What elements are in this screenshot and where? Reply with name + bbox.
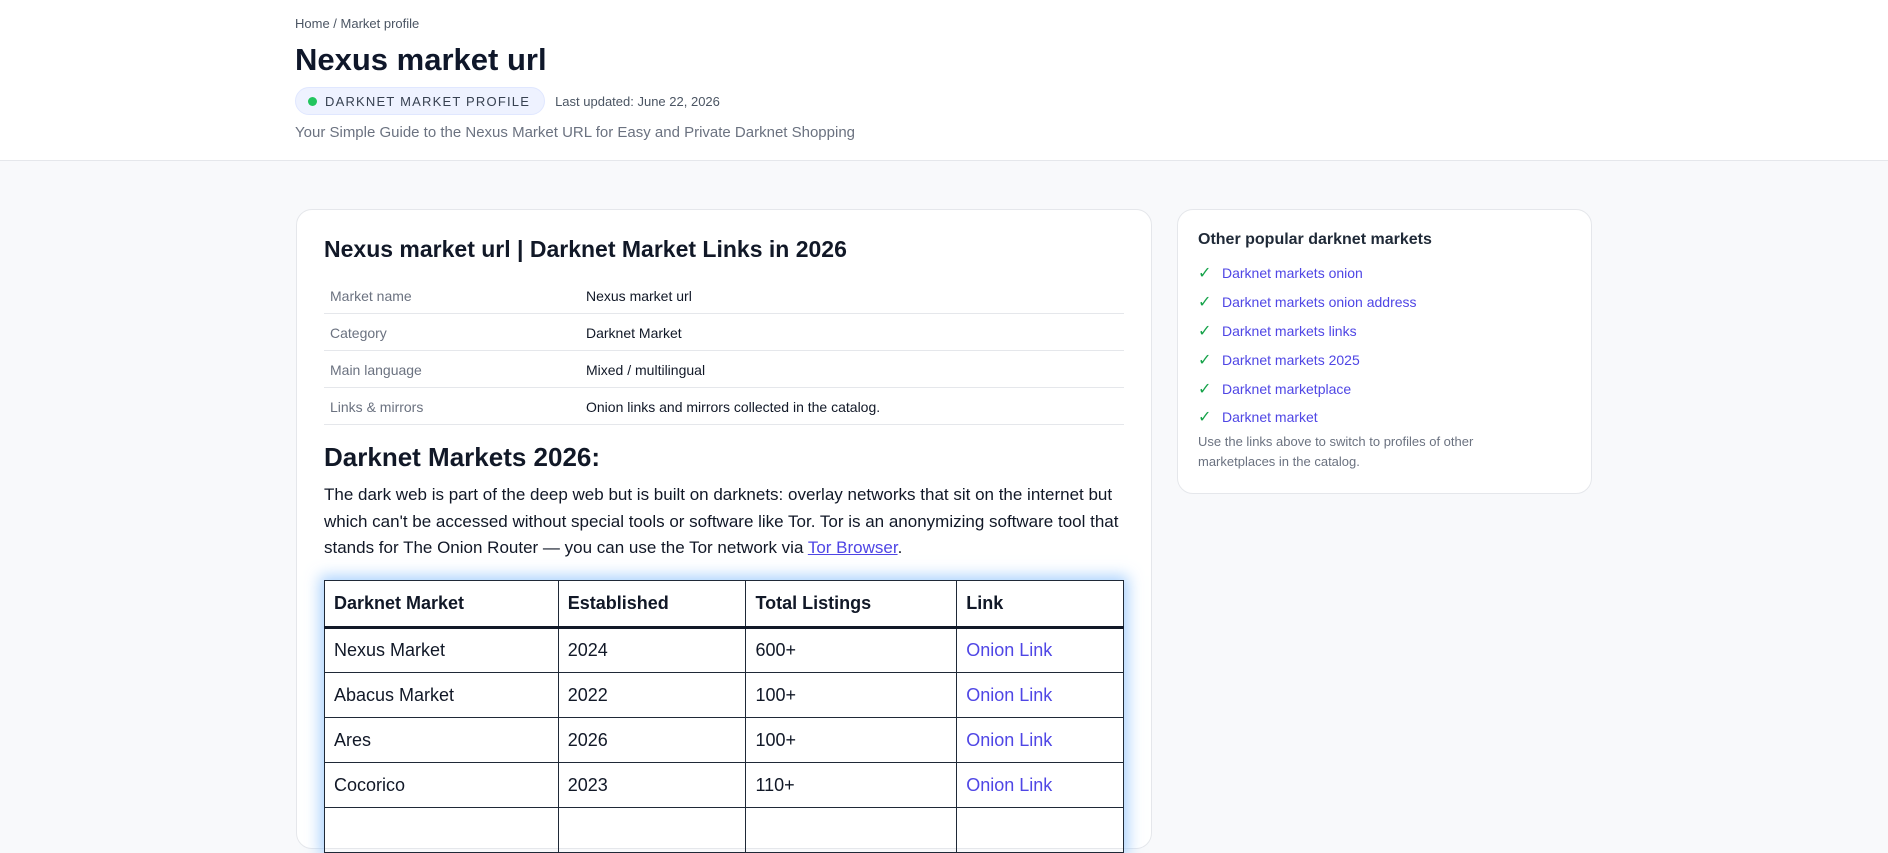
sidebar-item: ✓ Darknet marketplace bbox=[1198, 374, 1417, 403]
onion-link[interactable]: Onion Link bbox=[966, 775, 1052, 795]
checkmark-icon: ✓ bbox=[1198, 294, 1212, 312]
market-table: Darknet Market Established Total Listing… bbox=[324, 580, 1124, 853]
market-table-wrap: Darknet Market Established Total Listing… bbox=[324, 580, 1124, 853]
table-row: Cocorico 2023 110+ Onion Link bbox=[324, 762, 1124, 808]
checkmark-icon: ✓ bbox=[1198, 380, 1212, 398]
table-row bbox=[324, 807, 1124, 853]
sidebar-link[interactable]: Darknet marketplace bbox=[1222, 381, 1351, 397]
market-established bbox=[557, 807, 747, 853]
sidebar-item: ✓ Darknet market bbox=[1198, 403, 1417, 432]
checkmark-icon: ✓ bbox=[1198, 409, 1212, 427]
market-established: 2022 bbox=[557, 672, 747, 718]
breadcrumb-separator: / bbox=[329, 16, 341, 31]
info-row: Links & mirrors Onion links and mirrors … bbox=[324, 388, 1124, 425]
checkmark-icon: ✓ bbox=[1198, 322, 1212, 340]
intro-paragraph: The dark web is part of the deep web but… bbox=[324, 482, 1124, 562]
market-listings: 110+ bbox=[745, 762, 958, 808]
sidebar-note: Use the links above to switch to profile… bbox=[1198, 434, 1474, 469]
info-value: Darknet Market bbox=[586, 325, 682, 341]
section-title: Nexus market url | Darknet Market Links … bbox=[324, 236, 847, 262]
column-header: Total Listings bbox=[745, 580, 958, 629]
sidebar-link[interactable]: Darknet markets onion bbox=[1222, 265, 1363, 281]
onion-link[interactable]: Onion Link bbox=[966, 685, 1052, 705]
breadcrumb: Home / Market profile bbox=[295, 16, 419, 31]
markets-heading: Darknet Markets 2026: bbox=[324, 442, 601, 472]
sidebar-title: Other popular darknet markets bbox=[1198, 231, 1432, 248]
table-header-row: Darknet Market Established Total Listing… bbox=[324, 580, 1124, 629]
checkmark-icon: ✓ bbox=[1198, 351, 1212, 369]
market-established: 2023 bbox=[557, 762, 747, 808]
tor-browser-link[interactable]: Tor Browser bbox=[808, 538, 898, 557]
info-key: Market name bbox=[330, 288, 412, 304]
sidebar-item: ✓ Darknet markets onion bbox=[1198, 259, 1417, 288]
paragraph-end: . bbox=[897, 538, 903, 557]
onion-link[interactable]: Onion Link bbox=[966, 640, 1052, 660]
market-established: 2024 bbox=[557, 627, 747, 673]
info-key: Main language bbox=[330, 362, 422, 378]
market-name: Ares bbox=[324, 717, 559, 763]
column-header: Darknet Market bbox=[324, 580, 559, 629]
market-listings: 100+ bbox=[745, 717, 958, 763]
checkmark-icon: ✓ bbox=[1198, 265, 1212, 283]
info-value: Mixed / multilingual bbox=[586, 362, 706, 378]
table-row: Ares 2026 100+ Onion Link bbox=[324, 717, 1124, 763]
paragraph-text: The dark web is part of the deep web but… bbox=[324, 485, 1119, 557]
market-link-cell bbox=[956, 807, 1124, 853]
profile-badge: DARKNET MARKET PROFILE bbox=[295, 87, 546, 115]
market-name: Cocorico bbox=[324, 762, 559, 808]
market-established: 2026 bbox=[557, 717, 747, 763]
sidebar-link-list: ✓ Darknet markets onion ✓ Darknet markets … bbox=[1198, 259, 1417, 432]
last-updated: Last updated: June 22, 2026 bbox=[555, 93, 720, 109]
breadcrumb-current: Market profile bbox=[340, 16, 420, 31]
breadcrumb-home-link[interactable]: Home bbox=[295, 16, 330, 31]
sidebar-item: ✓ Darknet markets 2025 bbox=[1198, 345, 1417, 374]
page-header: Home / Market profile Nexus market url D… bbox=[0, 0, 1888, 161]
market-link-cell: Onion Link bbox=[956, 672, 1124, 718]
sidebar-link[interactable]: Darknet markets links bbox=[1222, 323, 1357, 339]
sidebar-link[interactable]: Darknet markets onion address bbox=[1222, 294, 1417, 310]
table-row: Nexus Market 2024 600+ Onion Link bbox=[324, 627, 1124, 673]
status-dot-icon bbox=[308, 96, 317, 106]
market-listings: 100+ bbox=[745, 672, 958, 718]
badge-label: DARKNET MARKET PROFILE bbox=[325, 93, 531, 109]
onion-link[interactable]: Onion Link bbox=[966, 730, 1052, 750]
info-key: Category bbox=[330, 325, 387, 341]
sidebar-link[interactable]: Darknet market bbox=[1222, 409, 1318, 425]
market-listings bbox=[745, 807, 958, 853]
info-value: Onion links and mirrors collected in the… bbox=[586, 399, 881, 415]
meta-row: DARKNET MARKET PROFILE Last updated: Jun… bbox=[295, 87, 720, 115]
info-key: Links & mirrors bbox=[330, 399, 424, 415]
market-link-cell: Onion Link bbox=[956, 717, 1124, 763]
table-row: Abacus Market 2022 100+ Onion Link bbox=[324, 672, 1124, 718]
market-name: Nexus Market bbox=[324, 627, 559, 673]
sidebar-item: ✓ Darknet markets links bbox=[1198, 317, 1417, 346]
info-row: Market name Nexus market url bbox=[324, 277, 1124, 314]
column-header: Link bbox=[956, 580, 1124, 629]
info-row: Main language Mixed / multilingual bbox=[324, 351, 1124, 388]
market-name bbox=[324, 807, 559, 853]
info-row: Category Darknet Market bbox=[324, 314, 1124, 351]
sidebar-link[interactable]: Darknet markets 2025 bbox=[1222, 352, 1360, 368]
info-value: Nexus market url bbox=[586, 288, 692, 304]
column-header: Established bbox=[557, 580, 747, 629]
page-subtitle: Your Simple Guide to the Nexus Market UR… bbox=[295, 124, 856, 141]
sidebar-item: ✓ Darknet markets onion address bbox=[1198, 288, 1417, 317]
sidebar-card: Other popular darknet markets ✓ Darknet m… bbox=[1177, 209, 1592, 494]
page-title: Nexus market url bbox=[295, 42, 547, 77]
market-link-cell: Onion Link bbox=[956, 627, 1124, 673]
market-listings: 600+ bbox=[745, 627, 958, 673]
market-link-cell: Onion Link bbox=[956, 762, 1124, 808]
market-name: Abacus Market bbox=[324, 672, 559, 718]
